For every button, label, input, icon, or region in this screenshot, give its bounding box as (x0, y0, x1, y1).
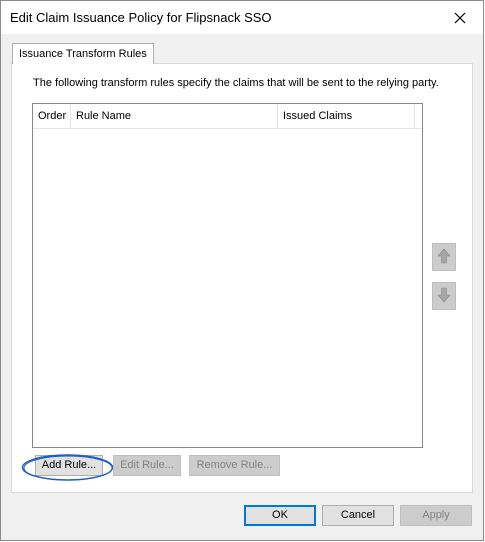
title-bar: Edit Claim Issuance Policy for Flipsnack… (1, 1, 483, 34)
apply-button[interactable]: Apply (400, 505, 472, 526)
tab-issuance-transform-rules[interactable]: Issuance Transform Rules (12, 43, 154, 64)
rules-description: The following transform rules specify th… (33, 77, 439, 89)
ok-button[interactable]: OK (244, 505, 316, 526)
edit-rule-button[interactable]: Edit Rule... (113, 455, 181, 476)
arrow-down-icon (437, 287, 451, 306)
column-header-rule-name[interactable]: Rule Name (71, 104, 278, 128)
move-up-button[interactable] (432, 243, 456, 271)
remove-rule-button[interactable]: Remove Rule... (189, 455, 280, 476)
column-header-issued-claims[interactable]: Issued Claims (278, 104, 415, 128)
add-rule-button[interactable]: Add Rule... (35, 455, 103, 476)
close-button[interactable] (437, 1, 483, 34)
arrow-up-icon (437, 248, 451, 267)
rules-list[interactable]: Order Rule Name Issued Claims (32, 103, 423, 448)
rules-list-header: Order Rule Name Issued Claims (33, 104, 422, 129)
claim-issuance-policy-dialog: Edit Claim Issuance Policy for Flipsnack… (0, 0, 484, 541)
cancel-button[interactable]: Cancel (322, 505, 394, 526)
close-icon (454, 12, 466, 24)
dialog-title: Edit Claim Issuance Policy for Flipsnack… (10, 10, 272, 25)
column-header-order[interactable]: Order (33, 104, 71, 128)
move-down-button[interactable] (432, 282, 456, 310)
tab-panel: The following transform rules specify th… (11, 63, 473, 493)
